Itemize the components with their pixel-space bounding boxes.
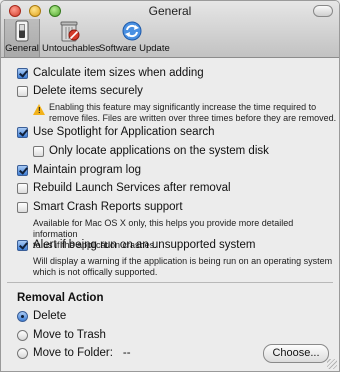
tab-software-update[interactable]: Software Update: [99, 19, 170, 54]
crash-reports-label: Smart Crash Reports support: [33, 201, 183, 213]
move-to-trash-radio[interactable]: [17, 329, 28, 341]
move-to-trash-radio-option[interactable]: Move to Trash: [17, 329, 106, 341]
window-title: General: [148, 4, 192, 18]
move-to-folder-radio-option[interactable]: Move to Folder: --: [17, 347, 131, 359]
spotlight-option[interactable]: Use Spotlight for Application search: [17, 126, 215, 138]
tab-untouchables[interactable]: Untouchables: [42, 19, 101, 54]
delete-securely-description: Enabling this feature may significantly …: [49, 102, 337, 123]
preferences-window: General General Untouchables Software Up…: [0, 0, 340, 372]
delete-radio[interactable]: [17, 310, 28, 322]
toolbar: General General Untouchables Software Up…: [1, 1, 339, 58]
refresh-icon: [122, 21, 142, 41]
warning-icon: !: [33, 104, 45, 115]
switch-icon: [15, 20, 29, 42]
move-to-folder-radio[interactable]: [17, 347, 28, 359]
rebuild-launch-services-option[interactable]: Rebuild Launch Services after removal: [17, 182, 231, 194]
program-log-option[interactable]: Maintain program log: [17, 164, 141, 176]
system-disk-option[interactable]: Only locate applications on the system d…: [33, 145, 269, 157]
move-to-folder-label: Move to Folder:: [33, 347, 113, 359]
tab-general[interactable]: General: [4, 19, 40, 57]
unsupported-alert-label: Alert if being run on an unsupported sys…: [33, 239, 256, 251]
program-log-label: Maintain program log: [33, 164, 142, 176]
calc-sizes-option[interactable]: Calculate item sizes when adding: [17, 67, 204, 79]
tab-software-update-label: Software Update: [99, 43, 170, 54]
crash-reports-option[interactable]: Smart Crash Reports support: [17, 201, 183, 213]
tab-general-label: General: [5, 43, 39, 54]
crash-reports-checkbox[interactable]: [17, 201, 28, 213]
delete-securely-checkbox[interactable]: [17, 85, 28, 97]
resize-grip[interactable]: [327, 359, 337, 369]
spotlight-label: Use Spotlight for Application search: [33, 126, 215, 138]
section-divider: [7, 282, 333, 283]
rebuild-launch-services-label: Rebuild Launch Services after removal: [33, 182, 231, 194]
system-disk-checkbox[interactable]: [33, 145, 44, 157]
delete-radio-label: Delete: [33, 310, 67, 322]
rebuild-launch-services-checkbox[interactable]: [17, 182, 28, 194]
move-to-trash-label: Move to Trash: [33, 329, 106, 341]
delete-radio-option[interactable]: Delete: [17, 310, 66, 322]
system-disk-label: Only locate applications on the system d…: [49, 145, 269, 157]
removal-action-title: Removal Action: [17, 292, 104, 304]
delete-securely-label: Delete items securely: [33, 85, 143, 97]
choose-folder-button[interactable]: Choose...: [263, 344, 329, 363]
delete-securely-option[interactable]: Delete items securely: [17, 85, 143, 97]
toolbar-toggle-button[interactable]: [313, 5, 333, 17]
calc-sizes-checkbox[interactable]: [17, 67, 28, 79]
unsupported-alert-checkbox[interactable]: [17, 239, 28, 251]
unsupported-alert-option[interactable]: Alert if being run on an unsupported sys…: [17, 239, 255, 251]
calc-sizes-label: Calculate item sizes when adding: [33, 67, 204, 79]
tab-untouchables-label: Untouchables: [42, 43, 101, 54]
program-log-checkbox[interactable]: [17, 164, 28, 176]
folder-path-value: --: [122, 347, 131, 359]
spotlight-checkbox[interactable]: [17, 126, 28, 138]
unsupported-alert-description: Will display a warning if the applicatio…: [33, 256, 333, 277]
trash-icon: [60, 21, 80, 42]
